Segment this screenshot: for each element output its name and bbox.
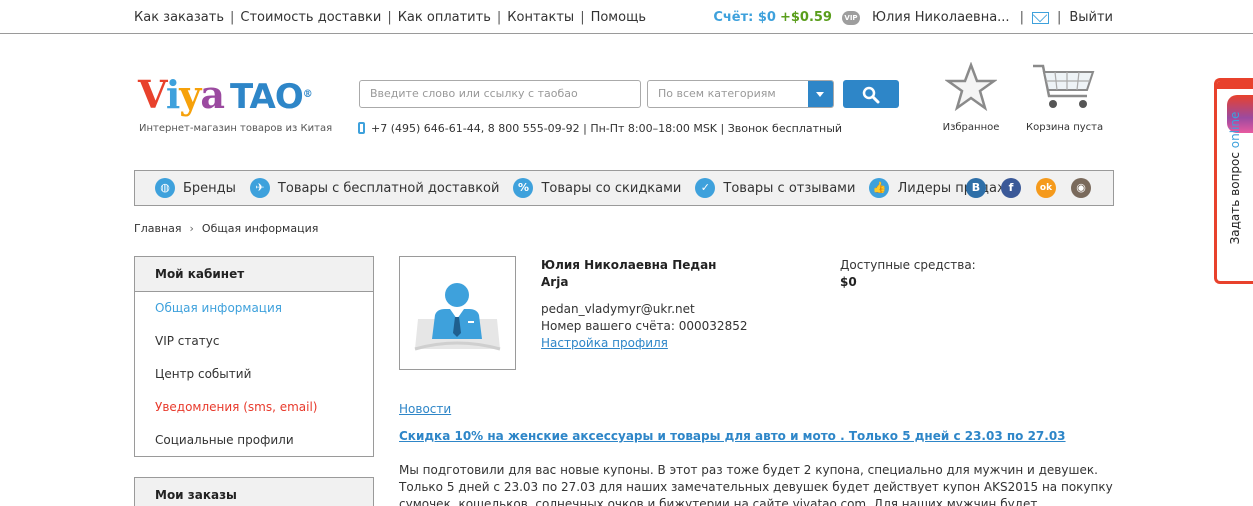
cabinet-menu: Мой кабинет Общая информация VIP статус … bbox=[134, 256, 374, 457]
nav-label: Товары с отзывами bbox=[723, 180, 856, 196]
cart-button[interactable]: Корзина пуста bbox=[1026, 62, 1104, 133]
search-input[interactable]: Введите слово или ссылку с таобао bbox=[359, 80, 641, 108]
category-select-value: По всем категориям bbox=[658, 87, 776, 100]
cart-label: Корзина пуста bbox=[1026, 122, 1104, 133]
category-select[interactable]: По всем категориям bbox=[647, 80, 834, 108]
category-nav: ◍ Бренды ✈ Товары с бесплатной доставкой %… bbox=[134, 170, 1114, 206]
breadcrumb: Главная › Общая информация bbox=[134, 222, 318, 235]
check-icon: ✓ bbox=[695, 178, 716, 198]
orders-menu-title: Мои заказы bbox=[135, 478, 373, 506]
thumbs-up-icon: 👍 bbox=[869, 178, 890, 198]
bonus-balance: +$0.59 bbox=[779, 10, 832, 25]
sidebar-item-events[interactable]: Центр событий bbox=[135, 358, 373, 391]
sidebar-item-notifications[interactable]: Уведомления (sms, email) bbox=[135, 391, 373, 424]
profile-name: Юлия Николаевна Педан bbox=[541, 258, 717, 272]
link-help[interactable]: Помощь bbox=[591, 10, 646, 25]
odnoklassniki-icon[interactable]: ok bbox=[1036, 178, 1056, 198]
ask-question-online: online bbox=[1228, 111, 1242, 149]
user-avatar-icon bbox=[414, 283, 501, 351]
logo-letter: i bbox=[165, 72, 180, 117]
vk-icon[interactable]: В bbox=[966, 178, 986, 198]
link-how-to-order[interactable]: Как заказать bbox=[134, 10, 224, 25]
logo-wordmark: Viya TAO® bbox=[138, 72, 313, 120]
nav-brands[interactable]: ◍ Бренды bbox=[155, 178, 236, 198]
link-how-to-pay[interactable]: Как оплатить bbox=[398, 10, 491, 25]
chevron-down-icon[interactable] bbox=[808, 81, 833, 107]
orders-menu: Мои заказы bbox=[134, 477, 374, 506]
account-balance[interactable]: Счёт: $0 bbox=[713, 10, 776, 25]
plane-icon: ✈ bbox=[249, 178, 270, 198]
instagram-icon[interactable]: ◉ bbox=[1071, 178, 1091, 198]
nav-label: Товары со скидками bbox=[541, 180, 682, 196]
logo-tagline: Интернет-магазин товаров из Китая bbox=[139, 123, 333, 134]
nav-label: Бренды bbox=[183, 180, 236, 196]
breadcrumb-current: Общая информация bbox=[201, 222, 319, 235]
sidebar-item-general-info[interactable]: Общая информация bbox=[135, 292, 373, 325]
percent-icon: % bbox=[513, 178, 534, 198]
avatar[interactable] bbox=[399, 256, 516, 370]
breadcrumb-home[interactable]: Главная bbox=[134, 222, 182, 235]
divider: | bbox=[230, 10, 235, 25]
logo-letter: a bbox=[200, 72, 225, 117]
ask-question-label: Задать вопрос online bbox=[1228, 88, 1242, 268]
cabinet-menu-title: Мой кабинет bbox=[135, 257, 373, 292]
nav-reviews[interactable]: ✓ Товары с отзывами bbox=[695, 178, 855, 198]
facebook-icon[interactable]: f bbox=[1001, 178, 1021, 198]
nav-free-delivery[interactable]: ✈ Товары с бесплатной доставкой bbox=[249, 178, 500, 198]
search-button[interactable] bbox=[843, 80, 899, 108]
sidebar-item-vip-status[interactable]: VIP статус bbox=[135, 325, 373, 358]
profile-login: Arja bbox=[541, 275, 569, 289]
profile-settings-link[interactable]: Настройка профиля bbox=[541, 336, 668, 350]
logo-registered: ® bbox=[302, 89, 313, 100]
account-panel: Счёт: $0 +$0.59 VIP Юлия Николаевна... |… bbox=[713, 10, 1113, 25]
nav-label: Товары с бесплатной доставкой bbox=[277, 180, 500, 196]
logout-link[interactable]: Выйти bbox=[1069, 10, 1113, 25]
favorites-button[interactable]: Избранное bbox=[938, 61, 1004, 133]
news-section-link[interactable]: Новости bbox=[399, 402, 451, 416]
social-links: В f ok ◉ bbox=[951, 178, 1091, 198]
divider: | bbox=[387, 10, 392, 25]
link-delivery-cost[interactable]: Стоимость доставки bbox=[240, 10, 381, 25]
logo-letter: V bbox=[138, 72, 167, 117]
top-bar: Как заказать | Стоимость доставки | Как опла… bbox=[0, 0, 1253, 34]
divider: | bbox=[1019, 10, 1024, 25]
phone-icon bbox=[358, 122, 365, 134]
logo-letter: y bbox=[179, 72, 201, 117]
user-name-link[interactable]: Юлия Николаевна... bbox=[872, 10, 1010, 25]
sidebar-item-social-profiles[interactable]: Социальные профили bbox=[135, 424, 373, 457]
ask-question-text: Задать вопрос bbox=[1228, 152, 1242, 245]
funds-label: Доступные средства: bbox=[840, 258, 976, 272]
divider: | bbox=[1056, 10, 1062, 25]
favorites-label: Избранное bbox=[942, 122, 1000, 133]
nav-discounts[interactable]: % Товары со скидками bbox=[513, 178, 681, 198]
contact-phone: +7 (495) 646-61-44, 8 800 555-09-92 | Пн… bbox=[358, 122, 842, 135]
top-links: Как заказать | Стоимость доставки | Как опла… bbox=[134, 10, 646, 25]
profile-account-number: Номер вашего счёта: 000032852 bbox=[541, 319, 748, 333]
phone-text: +7 (495) 646-61-44, 8 800 555-09-92 | Пн… bbox=[371, 122, 843, 135]
profile-email: pedan_vladymyr@ukr.net bbox=[541, 302, 695, 316]
star-icon bbox=[944, 61, 998, 112]
logo-tao: TAO bbox=[229, 77, 304, 117]
news-title-link[interactable]: Скидка 10% на женские аксессуары и товар… bbox=[399, 429, 1066, 443]
vip-badge-icon[interactable]: VIP bbox=[841, 10, 860, 25]
cart-icon bbox=[1033, 64, 1095, 108]
link-contacts[interactable]: Контакты bbox=[507, 10, 574, 25]
news-body: Мы подготовили для вас новые купоны. В э… bbox=[399, 463, 1113, 506]
search-icon bbox=[862, 86, 880, 104]
globe-icon: ◍ bbox=[155, 178, 175, 198]
chevron-right-icon: › bbox=[189, 222, 194, 235]
site-logo[interactable]: Viya TAO® bbox=[138, 72, 328, 122]
ask-question-tab[interactable]: Задать вопрос online bbox=[1214, 78, 1253, 284]
divider: | bbox=[496, 10, 502, 25]
divider: | bbox=[580, 10, 585, 25]
mail-icon[interactable] bbox=[1031, 11, 1049, 24]
funds-value: $0 bbox=[840, 275, 857, 289]
